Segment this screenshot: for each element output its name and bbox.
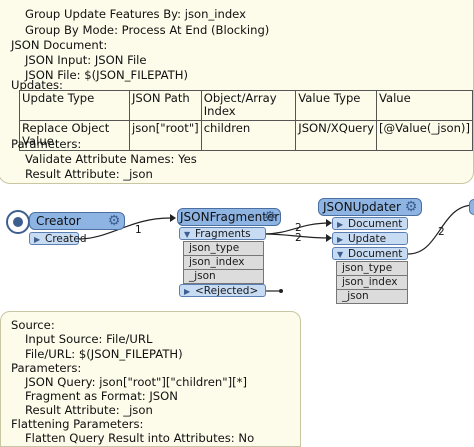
fragment-format: Fragment as Format: JSON	[25, 389, 178, 403]
creator-title: Creator	[36, 214, 81, 228]
creator-start-icon	[6, 210, 30, 234]
arrowhead-icon	[170, 214, 176, 222]
connection-count: 2	[438, 226, 445, 238]
attribute-json-index: json_index	[336, 275, 408, 290]
table-header: Value	[375, 90, 474, 121]
result-attribute: Result Attribute: _json	[25, 167, 153, 181]
gear-icon[interactable]: ⚙	[404, 200, 418, 214]
table-header: Object/Array Index	[200, 90, 297, 121]
port-label: Document	[348, 218, 403, 230]
port-label: Update	[348, 233, 387, 245]
json-document-heading: JSON Document:	[11, 38, 108, 52]
flattening-heading: Flattening Parameters:	[11, 417, 144, 431]
port-created[interactable]: ▶ Created	[29, 232, 87, 245]
source-heading: Source:	[11, 318, 55, 332]
jsonupdater-header[interactable]: JSONUpdater ⚙	[318, 198, 422, 216]
table-cell: json["root"]	[129, 119, 202, 151]
table-header: Value Type	[295, 90, 377, 121]
parameters-heading: Parameters:	[11, 137, 82, 151]
play-icon: ▶	[337, 235, 344, 244]
port-fragments[interactable]: ▼ Fragments	[179, 227, 266, 240]
json-query: JSON Query: json["root"]["children"][*]	[25, 375, 247, 389]
group-by-mode: Group By Mode: Process At End (Blocking)	[25, 23, 270, 37]
table-header-row: Update Type JSON Path Object/Array Index…	[18, 90, 474, 121]
attribute-json-index: json_index	[183, 255, 264, 270]
offscreen-transformer[interactable]	[469, 199, 474, 215]
attribute-json: _json	[183, 269, 264, 284]
port-label: Created	[45, 233, 87, 245]
tooltip-json-updater: Group Update Features By: json_index Gro…	[0, 0, 474, 184]
jsonupdater-title: JSONUpdater	[323, 200, 401, 214]
chevron-down-icon: ▼	[337, 250, 344, 259]
table-header: JSON Path	[129, 90, 202, 121]
gear-icon[interactable]: ⚙	[107, 214, 121, 228]
port-rejected[interactable]: ▶ <Rejected>	[179, 284, 266, 297]
port-label: Document	[348, 248, 403, 260]
play-icon: ▶	[337, 220, 344, 229]
attribute-json: _json	[336, 289, 408, 304]
port-document-output[interactable]: ▼ Document	[332, 247, 408, 260]
attribute-json-type: json_type	[183, 241, 264, 256]
result-attribute: Result Attribute: _json	[25, 403, 153, 417]
validate-attribute-names: Validate Attribute Names: Yes	[25, 152, 197, 166]
group-update-features-by: Group Update Features By: json_index	[25, 7, 246, 21]
port-label: <Rejected>	[195, 285, 259, 297]
rejected-end-dot	[279, 289, 283, 293]
gear-icon[interactable]: ⚙	[263, 210, 277, 224]
play-icon: ▶	[184, 287, 191, 296]
json-input: JSON Input: JSON File	[25, 53, 147, 67]
table-cell: JSON/XQuery	[295, 119, 377, 151]
jsonfragmenter-header[interactable]: JSONFragmenter ⚙	[177, 208, 281, 226]
port-label: Fragments	[195, 228, 251, 240]
updates-table: Update Type JSON Path Object/Array Index…	[18, 90, 474, 151]
file-url: File/URL: $(JSON_FILEPATH)	[25, 347, 183, 361]
connection-count: 2	[295, 232, 302, 244]
flatten-query: Flatten Query Result into Attributes: No	[25, 431, 255, 445]
chevron-down-icon: ▼	[184, 230, 191, 239]
attribute-json-type: json_type	[336, 261, 408, 276]
play-icon: ▶	[34, 235, 41, 244]
table-cell: children	[200, 119, 297, 151]
tooltip-jsonfragmenter: Source: Input Source: File/URL File/URL:…	[0, 311, 301, 447]
table-header: Update Type	[18, 90, 131, 121]
port-document-input[interactable]: ▶ Document	[332, 217, 408, 230]
port-update-input[interactable]: ▶ Update	[332, 232, 408, 245]
creator-header[interactable]: Creator ⚙	[29, 212, 125, 230]
input-source: Input Source: File/URL	[25, 332, 153, 346]
parameters-heading: Parameters:	[11, 361, 82, 375]
table-row: Replace Object Value json["root"] childr…	[18, 119, 474, 151]
connection-count: 1	[135, 224, 142, 236]
table-cell: [@Value(_json)]	[375, 119, 474, 151]
